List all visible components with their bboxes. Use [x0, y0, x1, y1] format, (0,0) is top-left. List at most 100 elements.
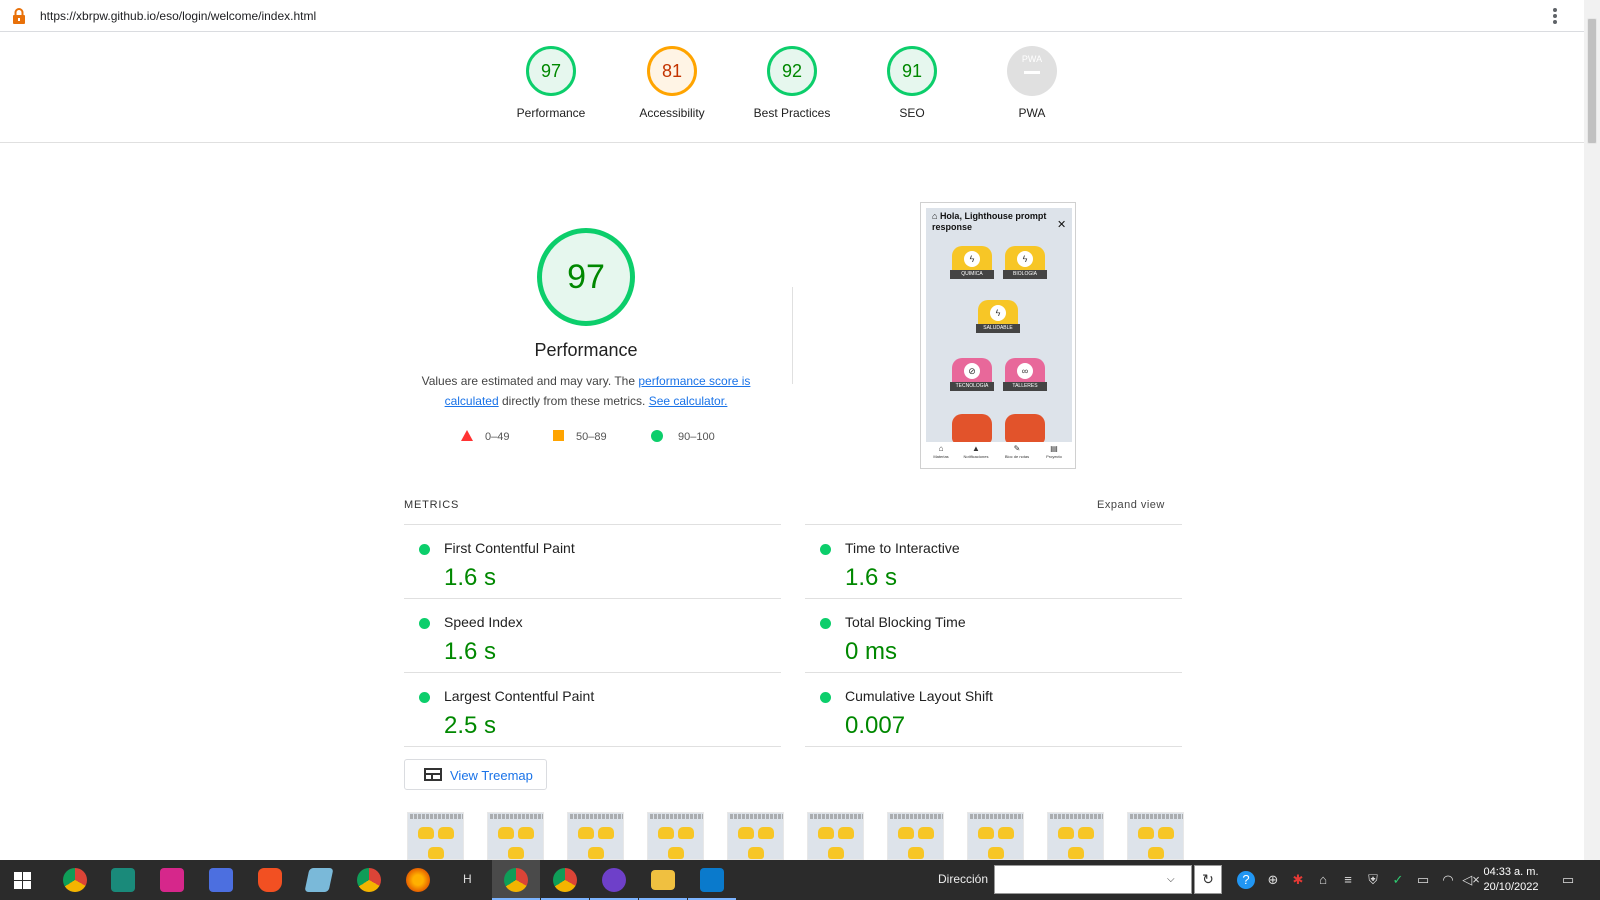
metric-value: 1.6 s [444, 638, 497, 665]
pwa-badge-icon: PWA [1007, 46, 1057, 96]
tray-network-icon[interactable]: ≡ [1339, 871, 1357, 889]
pass-dot-icon [820, 692, 831, 703]
firefox-icon[interactable] [406, 868, 430, 892]
help-icon[interactable]: ? [1237, 871, 1255, 889]
gauge-accessibility[interactable]: 81 Accessibility [612, 46, 732, 120]
gauge-performance-label: Performance [516, 106, 586, 120]
final-screenshot[interactable]: ⌂ Hola, Lighthouse prompt response ✕ ϟ QU… [920, 202, 1076, 469]
score-summary: 97 Performance 81 Accessibility 92 Best … [0, 32, 1584, 143]
tile-quimica: ϟ QUIMICA [950, 246, 994, 282]
metric-name: First Contentful Paint [444, 540, 575, 556]
scrollbar-thumb[interactable] [1587, 18, 1597, 144]
tray-app-icon[interactable]: ⌂ [1314, 871, 1332, 889]
metric-name: Largest Contentful Paint [444, 688, 595, 704]
windows-start-icon[interactable] [14, 872, 31, 889]
gauge-seo-label: SEO [899, 106, 925, 120]
gauge-best-practices-label: Best Practices [753, 106, 831, 120]
app-teal-icon[interactable] [111, 868, 135, 892]
preview-title: ⌂ Hola, Lighthouse prompt response [932, 211, 1047, 232]
page-scrollbar[interactable] [1584, 0, 1600, 860]
tile-saludable: ϟ SALUDABLE [976, 300, 1020, 336]
lock-tray-icon[interactable]: ⊕ [1264, 871, 1282, 889]
filmstrip-frame [487, 812, 544, 860]
gauge-accessibility-label: Accessibility [639, 106, 705, 120]
taskbar: H Dirección ⌵ ↻ ? ⊕ ✱ ⌂ ≡ ⛨ ✓ ▭ ◠ ◁× 04:… [0, 860, 1600, 900]
metric-value: 1.6 s [444, 564, 497, 591]
metric-name: Total Blocking Time [845, 614, 966, 630]
performance-title: Performance [534, 340, 638, 360]
metrics-header: METRICS [404, 499, 460, 511]
address-toolbar-input[interactable]: ⌵ [994, 865, 1192, 894]
pwa-badge-text: PWA [1021, 54, 1043, 64]
legend-pass: 90–100 [651, 430, 715, 443]
treemap-icon [424, 768, 442, 781]
gauge-pwa[interactable]: PWA PWA [972, 46, 1092, 120]
nav-notificaciones: ▲ Notificaciones [963, 444, 989, 459]
url-text[interactable]: https://xbrpw.github.io/eso/login/welcom… [40, 9, 316, 23]
app-blue-icon[interactable] [209, 868, 233, 892]
gauge-best-practices-score: 92 [767, 46, 817, 96]
pass-dot-icon [820, 544, 831, 555]
chrome-icon[interactable] [553, 868, 577, 892]
shield-icon[interactable]: ⛨ [1364, 871, 1382, 889]
metric-speed-index: Speed Index 1.6 s [404, 599, 780, 673]
more-options-icon[interactable] [1553, 8, 1559, 24]
gauge-pwa-label: PWA [1018, 106, 1046, 120]
filmstrip-frame [727, 812, 784, 860]
chevron-down-icon[interactable]: ⌵ [1167, 874, 1175, 885]
gauge-performance-score: 97 [526, 46, 576, 96]
clock-date: 20/10/2022 [1483, 881, 1539, 893]
metric-fcp: First Contentful Paint 1.6 s [404, 525, 780, 599]
divider [792, 287, 793, 384]
lock-icon[interactable] [12, 8, 26, 25]
filmstrip-frame [807, 812, 864, 860]
view-treemap-label: View Treemap [450, 768, 533, 783]
metric-value: 2.5 s [444, 712, 497, 739]
github-icon[interactable] [602, 868, 626, 892]
nav-bloc: ✎ Bloc de notas [1004, 444, 1030, 459]
display-icon[interactable]: ▭ [1414, 871, 1432, 889]
tile-biologia: ϟ BIOLOGIA [1003, 246, 1047, 282]
nav-proyecto: ▤ Proyecto [1046, 444, 1062, 459]
refresh-icon[interactable]: ↻ [1194, 865, 1222, 894]
defender-icon[interactable]: ✓ [1389, 871, 1407, 889]
notifications-icon[interactable]: ▭ [1559, 871, 1577, 889]
app-notes-icon[interactable] [304, 868, 334, 892]
metric-value: 1.6 s [845, 564, 898, 591]
divider [805, 746, 1182, 747]
filmstrip-frame [887, 812, 944, 860]
fail-triangle-icon [461, 430, 473, 441]
preview-bottom-nav: ⌂ Materias ▲ Notificaciones ✎ Bloc de notas… [926, 442, 1072, 465]
warning-tray-icon[interactable]: ✱ [1289, 871, 1307, 889]
filmstrip-frame [1127, 812, 1184, 860]
gauge-performance[interactable]: 97 Performance [491, 46, 611, 120]
gauge-seo[interactable]: 91 SEO [852, 46, 972, 120]
legend-average: 50–89 [553, 430, 607, 443]
chrome-icon[interactable] [63, 868, 87, 892]
metric-name: Speed Index [444, 614, 523, 630]
brave-icon[interactable] [258, 868, 282, 892]
filmstrip-frame [647, 812, 704, 860]
wifi-icon[interactable]: ◠ [1439, 871, 1457, 889]
metric-value: 0 ms [845, 638, 898, 665]
expand-view-toggle[interactable]: Expand view [1097, 499, 1165, 511]
see-calculator-link[interactable]: See calculator. [649, 394, 728, 408]
filmstrip-frame [1047, 812, 1104, 860]
taskbar-h-app[interactable]: H [463, 872, 472, 886]
close-icon: ✕ [1057, 219, 1067, 231]
chrome-icon[interactable] [357, 868, 381, 892]
filmstrip [407, 812, 1187, 860]
metric-cls: Cumulative Layout Shift 0.007 [805, 673, 1181, 747]
view-treemap-button[interactable]: View Treemap [404, 759, 547, 790]
app-pink-icon[interactable] [160, 868, 184, 892]
address-toolbar-label: Dirección [938, 872, 989, 886]
vscode-icon[interactable] [700, 868, 724, 892]
chrome-icon[interactable] [504, 868, 528, 892]
metric-name: Time to Interactive [845, 540, 960, 556]
clock[interactable]: 04:33 a. m. 20/10/2022 [1476, 865, 1546, 895]
address-bar: https://xbrpw.github.io/eso/login/welcom… [0, 0, 1600, 32]
legend-fail: 0–49 [461, 430, 509, 443]
tile-talleres: ∞ TALLERES [1003, 358, 1047, 394]
gauge-best-practices[interactable]: 92 Best Practices [732, 46, 852, 120]
file-explorer-icon[interactable] [651, 870, 675, 890]
